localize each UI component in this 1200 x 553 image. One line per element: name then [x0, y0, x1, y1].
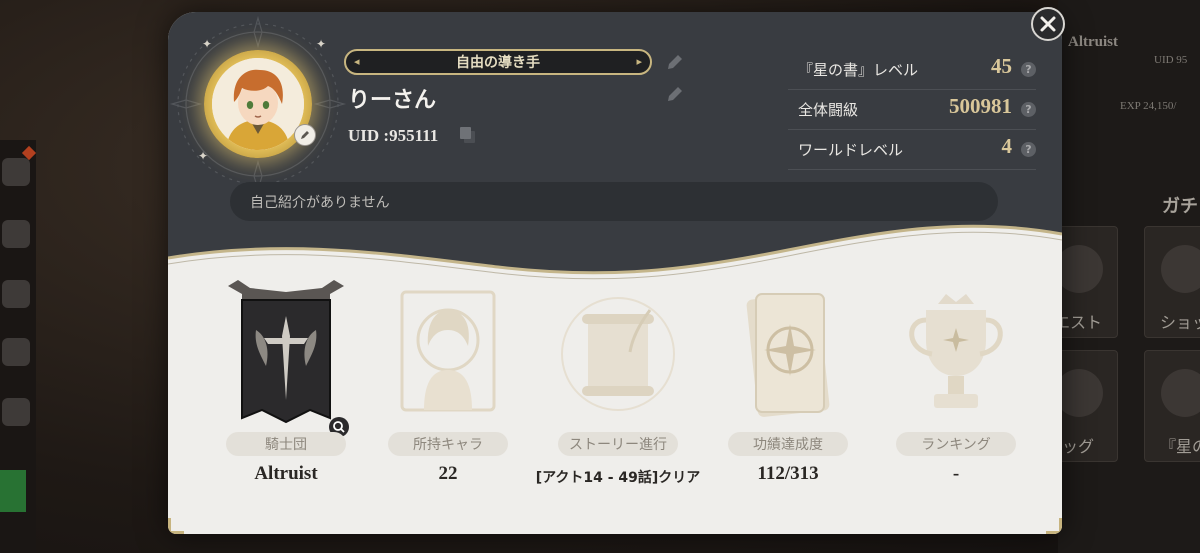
stat-world-level: ワールドレベル 4 ?: [788, 130, 1036, 170]
self-introduction-text: 自己紹介がありません: [250, 194, 390, 211]
help-icon[interactable]: ?: [1021, 62, 1036, 77]
card-value: -: [952, 463, 960, 484]
stat-value: 500981: [949, 94, 1012, 118]
stat-label: ワールドレベル: [798, 141, 904, 159]
stat-value: 4: [1001, 134, 1013, 158]
avatar-portrait: [212, 58, 304, 150]
card-value: 112/313: [757, 463, 819, 484]
exit-icon[interactable]: [0, 470, 26, 512]
sparkle-icon: ✦: [202, 37, 213, 51]
card-label: 功績達成度: [728, 432, 848, 456]
settings-icon[interactable]: [2, 280, 30, 308]
card-knights[interactable]: 騎士団 Altruist: [216, 280, 356, 490]
sparkle-icon: ✦: [316, 37, 327, 51]
stat-total-power: 全体闘級 500981 ?: [788, 90, 1036, 130]
copy-uid-button[interactable]: [458, 125, 478, 145]
close-icon: [1040, 16, 1056, 32]
edit-title-button[interactable]: [665, 52, 685, 72]
player-uid: UID :955111: [348, 126, 439, 145]
stat-value: 45: [991, 54, 1012, 78]
trophy-icon: [909, 294, 1003, 408]
card-achievements[interactable]: 功績達成度 112/313: [718, 280, 858, 490]
title-left-ornament: ◂: [354, 55, 360, 68]
help-icon[interactable]: ?: [1021, 102, 1036, 117]
bg-tile-shop[interactable]: ショッ: [1144, 226, 1200, 338]
card-label: ランキング: [896, 432, 1016, 456]
close-button[interactable]: [1031, 7, 1065, 41]
card-value: 22: [438, 463, 458, 484]
camera-icon[interactable]: [2, 398, 30, 426]
card-label: 騎士団: [226, 432, 346, 456]
profile-dialog: ✦ ✦ ✦ ◂ 自由の導き手 ▸ りーさん UID :955111 『星の書』レ…: [168, 12, 1062, 534]
clock-icon[interactable]: [2, 338, 30, 366]
card-value: Altruist: [254, 463, 318, 484]
card-characters[interactable]: 所持キャラ 22: [378, 280, 518, 490]
stat-starbook-level: 『星の書』レベル 45 ?: [788, 50, 1036, 90]
card-story-progress[interactable]: ストーリー進行 [アクト14 - 49話]クリア: [536, 280, 700, 490]
card-ranking[interactable]: ランキング -: [886, 280, 1026, 490]
bg-guild-name: Altruist: [1068, 34, 1118, 50]
bg-uid: UID 95: [1154, 54, 1188, 66]
stat-label: 全体闘級: [798, 101, 859, 119]
pencil-icon: [301, 131, 309, 139]
avatar-edit-button[interactable]: [294, 124, 316, 146]
sparkle-icon: ✦: [198, 149, 209, 163]
achievement-book-icon: [746, 293, 830, 417]
player-name: りーさん: [348, 88, 437, 113]
edit-name-button[interactable]: [665, 84, 685, 104]
help-icon[interactable]: ?: [1021, 142, 1036, 157]
right-menu: Altruist UID 95 EXP 24,150/ ガチ エスト ショッ ッ…: [1038, 0, 1200, 553]
megaphone-icon[interactable]: [2, 220, 30, 248]
stat-label: 『星の書』レベル: [798, 61, 919, 79]
bg-gacha-label: ガチ: [1162, 196, 1198, 217]
card-value: [アクト14 - 49話]クリア: [535, 470, 701, 486]
title-right-ornament: ▸: [636, 55, 642, 68]
self-introduction-field[interactable]: 自己紹介がありません: [230, 182, 998, 221]
card-label: ストーリー進行: [558, 432, 678, 456]
card-label: 所持キャラ: [388, 432, 508, 456]
corner-ornament: [1046, 518, 1062, 534]
player-title-text: 自由の導き手: [456, 55, 540, 71]
bg-tile-starbook[interactable]: 『星の: [1144, 350, 1200, 462]
knight-banner-icon: [228, 280, 344, 424]
scroll-icon: [561, 297, 675, 411]
mail-icon[interactable]: [2, 158, 30, 186]
character-icon: [400, 290, 496, 412]
player-title[interactable]: ◂ 自由の導き手 ▸: [344, 49, 652, 75]
corner-ornament: [168, 518, 184, 534]
bg-exp: EXP 24,150/: [1120, 100, 1177, 112]
